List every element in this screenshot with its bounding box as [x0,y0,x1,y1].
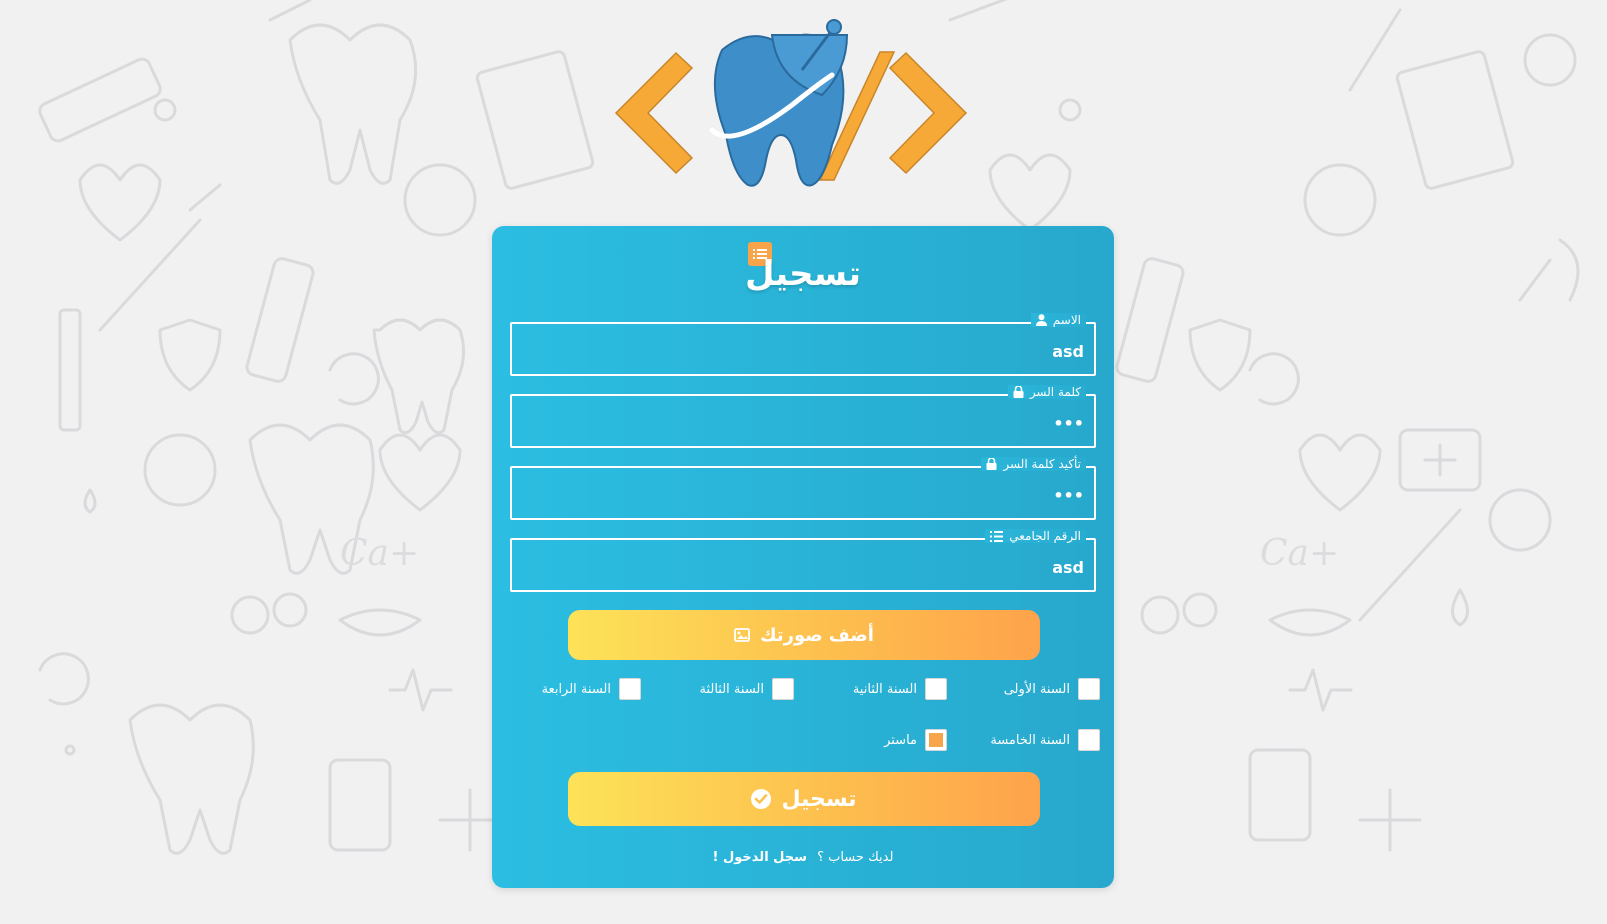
image-icon [734,628,750,642]
university-id-input[interactable] [522,552,1084,582]
password-label: كلمة السر [1029,385,1081,399]
year-4-box[interactable] [619,678,641,700]
name-label: الاسم [1052,313,1081,327]
name-input[interactable] [522,336,1084,366]
lock-icon [1013,386,1024,398]
confirm-password-input[interactable] [522,480,1084,510]
name-field: الاسم [510,313,1096,376]
year-4-checkbox[interactable]: السنة الرابعة [542,678,641,700]
year-3-box[interactable] [772,678,794,700]
register-submit-label: تسجيل [781,786,857,812]
svg-text:Ca+: Ca+ [340,533,419,574]
list-icon [990,530,1004,542]
login-question: لديك حساب ؟ [817,850,894,865]
year-3-checkbox[interactable]: السنة الثالثة [699,678,794,700]
year-5-checkbox[interactable]: السنة الخامسة [990,729,1100,751]
year-1-box[interactable] [1078,678,1100,700]
register-submit-button[interactable]: تسجيل [568,772,1040,826]
year-1-checkbox[interactable]: السنة الأولى [1004,678,1100,700]
master-box[interactable] [925,729,947,751]
register-card: تسجيل الاسم كلمة السر تأكيد كلمة السر ال… [492,226,1114,888]
svg-text:Ca+: Ca+ [1260,533,1339,574]
dental-code-logo [614,19,968,187]
add-photo-label: أضف صورتك [760,624,874,646]
login-link[interactable]: سجل الدخول ! [713,850,807,865]
check-circle-icon [751,789,772,809]
confirm-password-field: تأكيد كلمة السر [510,457,1096,520]
password-input[interactable] [522,408,1084,438]
year-5-box[interactable] [1078,729,1100,751]
university-id-label: الرقم الجامعي [1009,529,1081,543]
login-prompt: لديك حساب ؟ سجل الدخول ! [492,850,1114,865]
user-icon [1035,314,1047,326]
year-2-checkbox[interactable]: السنة الثانية [853,678,947,700]
add-photo-button[interactable]: أضف صورتك [568,610,1040,660]
lock-icon [986,458,997,470]
form-title: تسجيل [744,254,862,294]
master-checkbox[interactable]: ماستر [884,729,947,751]
password-field: كلمة السر [510,385,1096,448]
confirm-password-label: تأكيد كلمة السر [1003,457,1081,471]
year-2-box[interactable] [925,678,947,700]
university-id-field: الرقم الجامعي [510,529,1096,592]
